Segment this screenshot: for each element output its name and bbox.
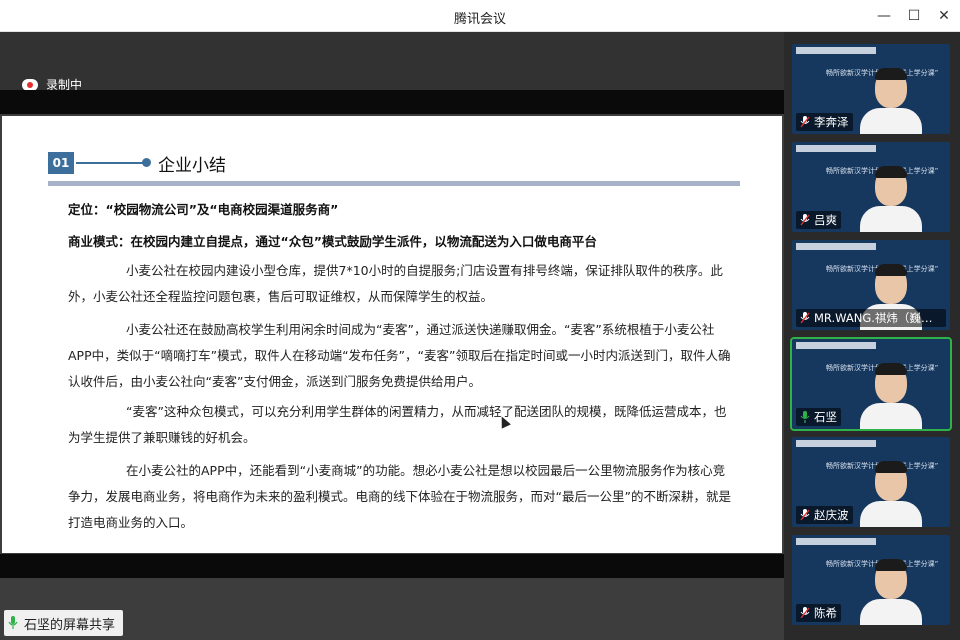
- top-letterbox: [0, 90, 784, 114]
- presentation-slide: 01 企业小结 定位：“校园物流公司”及“电商校园渠道服务商” 商业模式：在校园…: [2, 116, 782, 553]
- business-model-text: 商业模式：在校园内建立自提点，通过“众包”模式鼓励学生派件，以物流配送为入口做电…: [68, 234, 597, 249]
- participant-tile[interactable]: 畅所欲新汉学计划“海外线上学分课” 吕爽: [792, 142, 950, 232]
- microphone-icon: [800, 411, 810, 423]
- paragraph: “麦客”这种众包模式，可以充分利用学生群体的闲置精力，从而减轻了配送团队的规模，…: [68, 404, 727, 445]
- recording-icon: [22, 78, 38, 91]
- participant-tile[interactable]: 畅所欲新汉学计划“海外线上学分课” 赵庆波: [792, 437, 950, 527]
- microphone-muted-icon: [800, 116, 810, 128]
- participant-name: 吕爽: [814, 213, 837, 227]
- section-connector: [76, 162, 146, 164]
- banner-logo: [796, 145, 876, 152]
- participant-nameplate: 吕爽: [796, 211, 841, 229]
- paragraph: 在小麦公社的APP中，还能看到“小麦商城”的功能。想必小麦公社是想以校园最后一公…: [68, 463, 731, 530]
- participant-name: 李奔泽: [814, 115, 849, 129]
- banner-logo: [796, 342, 876, 349]
- slide-heading: 企业小结: [158, 156, 226, 176]
- participant-video: [856, 559, 926, 625]
- participant-nameplate: 李奔泽: [796, 113, 853, 131]
- maximize-icon[interactable]: ☐: [904, 6, 924, 26]
- participant-video: [856, 461, 926, 527]
- microphone-muted-icon: [800, 607, 810, 619]
- close-icon[interactable]: ✕: [934, 6, 954, 26]
- microphone-muted-icon: [800, 509, 810, 521]
- participant-name: 赵庆波: [814, 508, 849, 522]
- screen-share-label: 石坚的屏幕共享: [24, 617, 116, 633]
- section-number: 01: [48, 152, 74, 174]
- microphone-icon: [8, 616, 18, 629]
- microphone-muted-icon: [800, 312, 810, 324]
- participant-video: [856, 68, 926, 134]
- participant-name: MR.WANG.祺炜（巍）1...: [814, 311, 942, 325]
- minimize-icon[interactable]: —: [874, 6, 894, 26]
- participant-panel: 畅所欲新汉学计划“海外线上学分课” 李奔泽 畅所欲新汉学计划“海外线上学分课” …: [784, 32, 960, 640]
- bottom-letterbox: [0, 554, 784, 578]
- participant-nameplate: MR.WANG.祺炜（巍）1...: [796, 309, 946, 327]
- heading-rule: [48, 181, 740, 186]
- participant-video: [856, 166, 926, 232]
- section-dot: [142, 158, 151, 167]
- positioning-text: 定位：“校园物流公司”及“电商校园渠道服务商”: [68, 202, 339, 217]
- participant-tile[interactable]: 畅所欲新汉学计划“海外线上学分课” 陈希: [792, 535, 950, 625]
- banner-logo: [796, 538, 876, 545]
- participant-tile[interactable]: 畅所欲新汉学计划“海外线上学分课” MR.WANG.祺炜（巍）1...: [792, 240, 950, 330]
- screen-share-status[interactable]: 石坚的屏幕共享: [4, 610, 124, 636]
- participant-name: 陈希: [814, 606, 837, 620]
- participant-tile[interactable]: 畅所欲新汉学计划“海外线上学分课” 李奔泽: [792, 44, 950, 134]
- paragraph: 小麦公社还在鼓励高校学生利用闲余时间成为“麦客”，通过派送快递赚取佣金。“麦客”…: [68, 322, 731, 389]
- microphone-muted-icon: [800, 214, 810, 226]
- window-title: 腾讯会议: [453, 12, 506, 27]
- participant-nameplate: 赵庆波: [796, 506, 853, 524]
- paragraph: 小麦公社在校园内建设小型仓库，提供7*10小时的自提服务;门店设置有排号终端，保…: [68, 263, 723, 304]
- banner-logo: [796, 47, 876, 54]
- banner-logo: [796, 440, 876, 447]
- participant-name: 石坚: [814, 410, 837, 424]
- title-bar: 腾讯会议 — ☐ ✕: [0, 0, 960, 32]
- banner-logo: [796, 243, 876, 250]
- shared-screen: 录制中 01 企业小结 定位：“校园物流公司”及“电商校园渠道服务商” 商业模式…: [0, 32, 784, 640]
- participant-nameplate: 石坚: [796, 408, 841, 426]
- participant-nameplate: 陈希: [796, 604, 841, 622]
- participant-tile-speaking[interactable]: 畅所欲新汉学计划“海外线上学分课” 石坚: [790, 337, 952, 431]
- participant-video: [856, 363, 926, 429]
